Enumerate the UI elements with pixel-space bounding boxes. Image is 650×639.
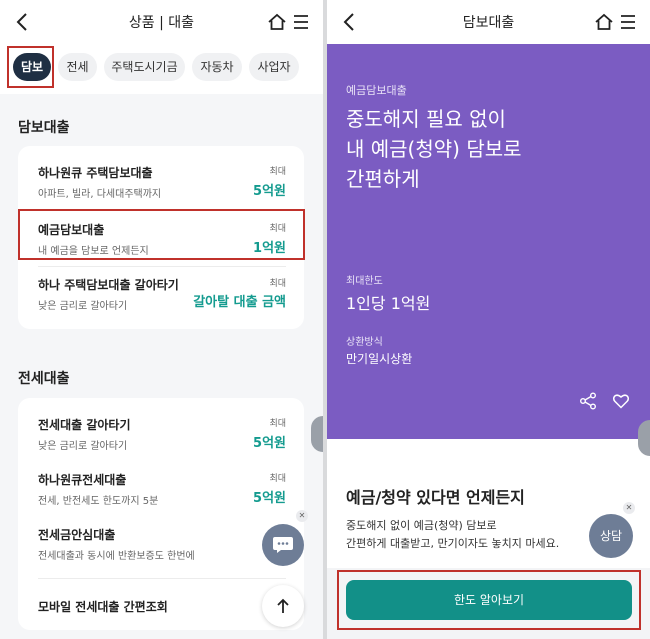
max-label: 최대 [269, 474, 286, 484]
tab-auto[interactable]: 자동차 [192, 53, 242, 81]
divider [38, 578, 286, 579]
highlight-box-deposit-loan [18, 209, 305, 260]
chatbot-button[interactable] [262, 524, 304, 566]
top-bar: 담보대출 [327, 0, 650, 44]
product-desc: 낮은 금리로 갈아타기 [38, 441, 128, 452]
jeonse-card: 전세대출 갈아타기 낮은 금리로 갈아타기 최대 5억원 하나원큐전세대출 전세… [18, 398, 304, 630]
headline-line: 내 예금(청약) 담보로 [346, 137, 522, 161]
max-amount: 5억원 [253, 184, 286, 199]
tab-jeonse[interactable]: 전세 [58, 53, 97, 81]
product-name: 하나 주택담보대출 갈아타기 [38, 278, 179, 292]
max-amount: 갈아탈 대출 금액 [193, 295, 286, 310]
tab-housing-fund[interactable]: 주택도시기금 [104, 53, 185, 81]
chat-bubble-icon [273, 537, 293, 553]
product-name: 모바일 전세대출 간편조회 [38, 600, 168, 614]
max-amount: 5억원 [253, 491, 286, 506]
product-desc: 아파트, 빌라, 다세대주택까지 [38, 189, 162, 200]
max-label: 최대 [269, 419, 286, 429]
chatbot-close-icon[interactable]: ✕ [296, 510, 308, 522]
section-title-mortgage: 담보대출 [18, 120, 70, 136]
list-item-hana-one-q-mortgage[interactable]: 하나원큐 주택담보대출 아파트, 빌라, 다세대주택까지 최대 5억원 [38, 164, 286, 200]
edge-handle[interactable] [311, 416, 323, 452]
section-description: 중도해지 없이 예금(청약) 담보로 간편하게 대출받고, 만기이자도 놓치지 … [346, 517, 559, 553]
arrow-up-icon [277, 598, 289, 613]
max-label: 최대 [269, 279, 286, 289]
tab-business[interactable]: 사업자 [249, 53, 299, 81]
list-item-mobile-jeonse-inquiry[interactable]: 모바일 전세대출 간편조회 [38, 598, 286, 618]
limit-value: 1인당 1억원 [346, 294, 431, 313]
section-heading: 예금/청약 있다면 언제든지 [346, 488, 525, 507]
product-hero-banner: 예금담보대출 중도해지 필요 없이 내 예금(청약) 담보로 간편하게 최대한도… [327, 44, 650, 439]
right-screen: 담보대출 예금담보대출 중도해지 필요 없이 내 예금(청약) 담보로 간편하게… [327, 0, 650, 639]
limit-label: 최대한도 [346, 276, 383, 287]
max-label: 최대 [269, 167, 286, 177]
top-bar: 상품 | 대출 [0, 0, 323, 44]
consult-close-icon[interactable]: ✕ [623, 502, 635, 514]
heart-icon[interactable] [612, 392, 630, 410]
divider [38, 266, 286, 267]
scroll-to-top-button[interactable] [262, 585, 304, 627]
list-item-mortgage-refinance[interactable]: 하나 주택담보대출 갈아타기 낮은 금리로 갈아타기 최대 갈아탈 대출 금액 [38, 276, 286, 312]
consult-button[interactable]: 상담 [589, 514, 633, 558]
list-item-jeonse-safe-loan[interactable]: 전세금안심대출 전세대출과 동시에 반환보증도 한번에 4 [38, 526, 286, 562]
headline-line: 중도해지 필요 없이 [346, 107, 506, 131]
repay-value: 만기일시상환 [346, 352, 413, 366]
home-icon[interactable] [267, 12, 287, 32]
max-amount: 5억원 [253, 436, 286, 451]
description-line: 중도해지 없이 예금(청약) 담보로 [346, 519, 497, 532]
product-category: 예금담보대출 [346, 84, 407, 97]
hero-headline: 중도해지 필요 없이 내 예금(청약) 담보로 간편하게 [346, 104, 522, 194]
home-icon[interactable] [594, 12, 614, 32]
headline-line: 간편하게 [346, 167, 420, 191]
product-name: 전세금안심대출 [38, 528, 116, 542]
product-desc: 낮은 금리로 갈아타기 [38, 301, 128, 312]
hamburger-menu-icon[interactable] [291, 12, 311, 32]
product-name: 하나원큐 주택담보대출 [38, 166, 153, 180]
share-icon[interactable] [579, 392, 597, 410]
list-item-jeonse-refinance[interactable]: 전세대출 갈아타기 낮은 금리로 갈아타기 최대 5억원 [38, 416, 286, 452]
repay-label: 상환방식 [346, 337, 383, 348]
product-desc: 전세대출과 동시에 반환보증도 한번에 [38, 551, 195, 562]
product-name: 하나원큐전세대출 [38, 473, 127, 487]
list-item-hana-one-q-jeonse[interactable]: 하나원큐전세대출 전세, 반전세도 한도까지 5분 최대 5억원 [38, 471, 286, 507]
edge-handle[interactable] [638, 420, 650, 456]
description-line: 간편하게 대출받고, 만기이자도 놓치지 마세요. [346, 537, 560, 550]
highlight-box-tab [7, 46, 54, 88]
product-desc: 전세, 반전세도 한도까지 5분 [38, 496, 159, 507]
highlight-box-cta [337, 570, 641, 630]
hamburger-menu-icon[interactable] [618, 12, 638, 32]
product-name: 전세대출 갈아타기 [38, 418, 131, 432]
section-title-jeonse: 전세대출 [18, 371, 70, 387]
left-screen: 상품 | 대출 담보 전세 주택도시기금 자동차 사업자 담보대출 하나원큐 주… [0, 0, 323, 639]
